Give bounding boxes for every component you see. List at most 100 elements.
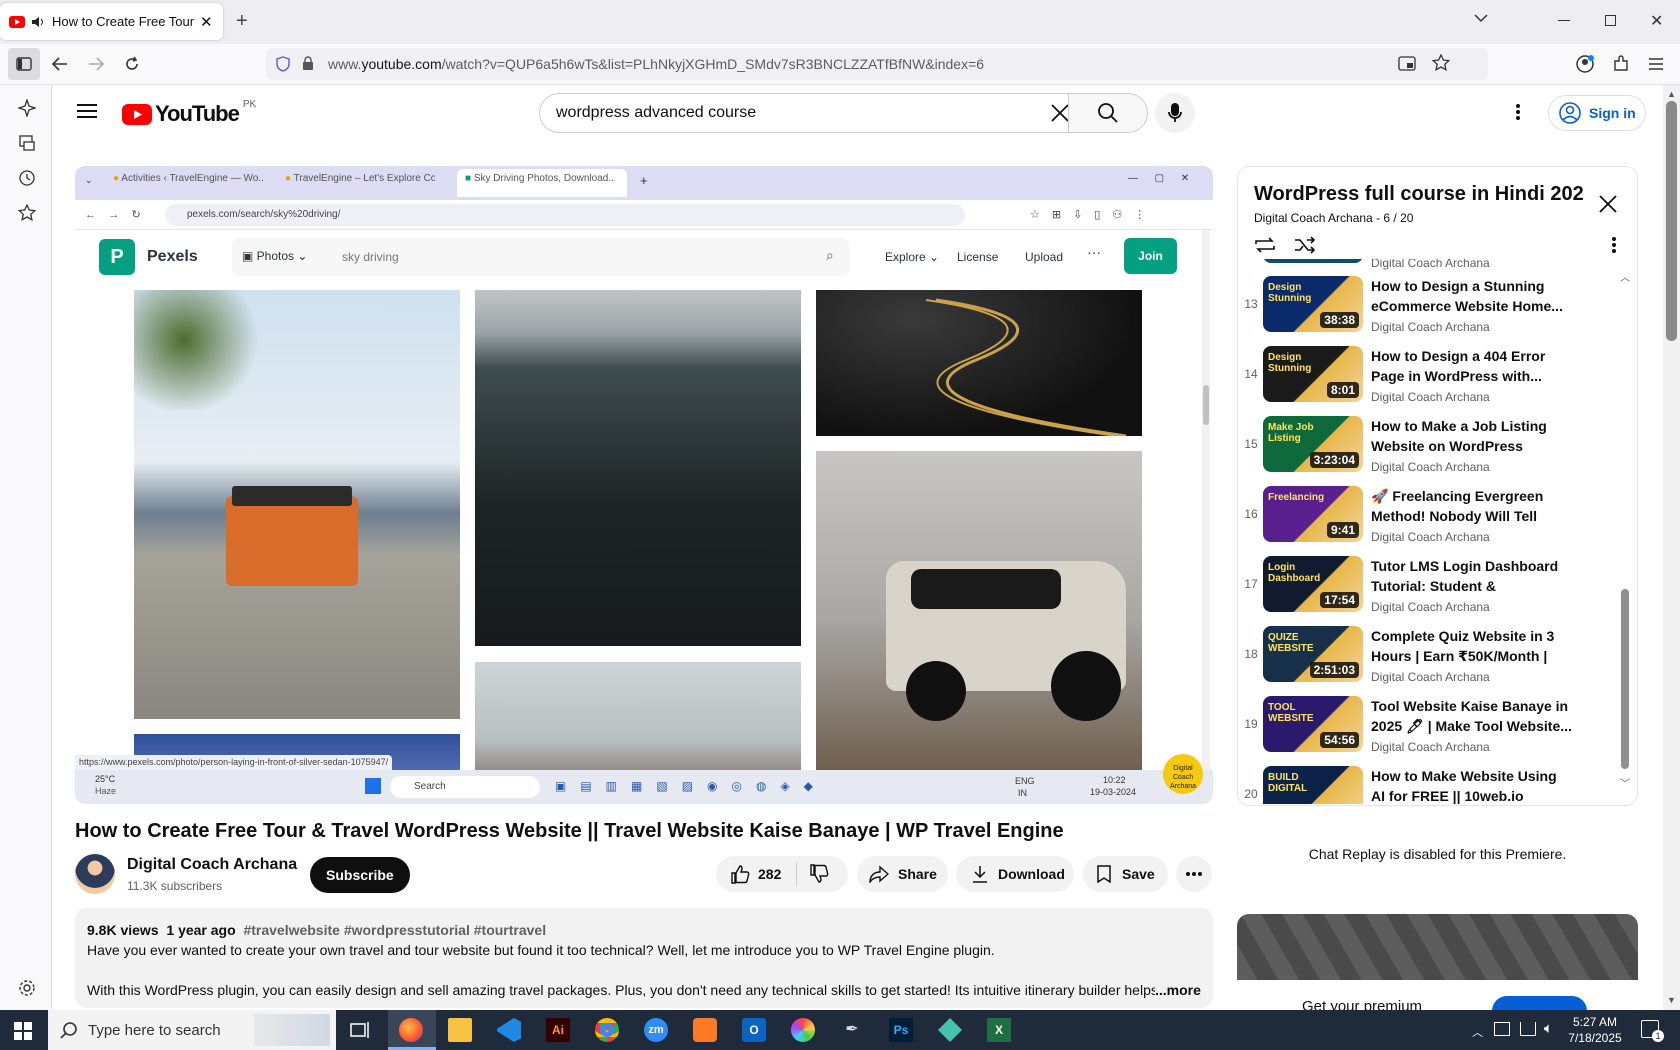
close-tab-icon[interactable]: ✕ xyxy=(200,13,213,31)
playlist-item-thumbnail[interactable]: Freelancing 9:41 xyxy=(1263,486,1363,542)
playlist-item-title[interactable]: 🚀 Freelancing Evergreen Method! Nobody W… xyxy=(1371,486,1573,526)
scroll-down-icon[interactable]: ﹀ xyxy=(1620,775,1630,790)
taskbar-monitor-icon[interactable] xyxy=(1494,1022,1510,1036)
url-bar[interactable]: www. youtube.com/watch?v=QUP6a5h6wTs&list… xyxy=(266,48,1488,80)
account-icon[interactable] xyxy=(1576,55,1594,73)
close-playlist-icon[interactable] xyxy=(1598,194,1618,214)
volume-icon[interactable]: 🔈︎ xyxy=(1544,1020,1553,1037)
show-more-link[interactable]: ...more xyxy=(1155,980,1201,1000)
playlist-item[interactable]: 13 Design Stunning 38:38 How to Design a St… xyxy=(1238,271,1628,341)
save-button[interactable]: Save xyxy=(1083,856,1168,892)
settings-more-icon[interactable] xyxy=(1516,104,1520,120)
playlist-item-thumbnail[interactable]: Design Stunning 38:38 xyxy=(1263,276,1363,332)
sidebar-toggle-icon[interactable] xyxy=(8,48,40,80)
share-button[interactable]: Share xyxy=(857,856,948,892)
playlist-item-thumbnail[interactable]: QUIZE WEBSITE 2:51:03 xyxy=(1263,626,1363,682)
channel-avatar[interactable] xyxy=(75,854,115,894)
page-scroll-thumb[interactable] xyxy=(1666,101,1677,341)
network-icon[interactable] xyxy=(1520,1022,1536,1036)
firefox-icon[interactable] xyxy=(399,1018,423,1042)
page-scroll-up-icon[interactable]: ▲ xyxy=(1667,89,1676,99)
playlist-menu-icon[interactable] xyxy=(1612,237,1616,253)
playlist-item[interactable]: 18 QUIZE WEBSITE 2:51:03 Complete Quiz Webs… xyxy=(1238,621,1628,691)
shuffle-icon[interactable] xyxy=(1294,236,1316,254)
forward-icon[interactable] xyxy=(88,57,104,71)
playlist-item[interactable]: 19 TOOL WEBSITE 54:56 Tool Website Kaise Ba… xyxy=(1238,691,1628,761)
page-scrollbar[interactable]: ▲ ▼ xyxy=(1663,85,1680,1010)
list-all-tabs-icon[interactable] xyxy=(1474,13,1488,23)
pen-tool-icon[interactable]: ✒ xyxy=(840,1018,864,1042)
photos-app-icon[interactable] xyxy=(791,1018,815,1042)
windows-start-icon[interactable] xyxy=(14,1022,32,1040)
more-actions-button[interactable] xyxy=(1176,856,1212,892)
shield-icon[interactable] xyxy=(276,56,290,72)
app-menu-icon[interactable] xyxy=(1648,57,1664,71)
scroll-up-icon[interactable]: ︿ xyxy=(1620,269,1630,284)
taskbar-clock[interactable]: 5:27 AM 7/18/2025 xyxy=(1568,1014,1622,1046)
video-player[interactable]: ⌄ ● Activities ‹ TravelEngine — Wo... ● … xyxy=(75,166,1213,804)
playlist-item[interactable]: 17 Login Dashboard 17:54 Tutor LMS Login Da… xyxy=(1238,551,1628,621)
dislike-button[interactable] xyxy=(797,864,829,884)
playlist-item-title[interactable]: How to Make a Job Listing Website on Wor… xyxy=(1371,416,1573,456)
playlist-title[interactable]: WordPress full course in Hindi 2025 ... xyxy=(1254,183,1584,206)
reload-icon[interactable] xyxy=(124,56,140,72)
premium-button[interactable] xyxy=(1492,996,1587,1010)
bookmarks-icon[interactable] xyxy=(18,204,36,222)
playlist-item[interactable]: 16 Freelancing 9:41 🚀 Freelancing Evergreen… xyxy=(1238,481,1628,551)
picture-in-picture-icon[interactable] xyxy=(1398,56,1416,71)
vscode-icon[interactable] xyxy=(497,1018,521,1042)
chrome-icon[interactable] xyxy=(595,1018,619,1042)
taskbar-search-box[interactable]: Type here to search xyxy=(48,1010,336,1050)
page-scroll-down-icon[interactable]: ▼ xyxy=(1667,995,1676,1005)
loop-playlist-icon[interactable] xyxy=(1254,236,1276,254)
voice-search-button[interactable] xyxy=(1155,93,1195,133)
task-view-icon[interactable] xyxy=(348,1018,372,1042)
playlist-item-thumbnail[interactable]: Make Job Listing 3:23:04 xyxy=(1263,416,1363,472)
lock-icon[interactable] xyxy=(302,56,314,71)
like-button[interactable]: 282 xyxy=(716,864,796,884)
playlist-item[interactable]: 20 BUILD DIGITAL How to Make Website Using… xyxy=(1238,761,1628,804)
guide-menu-icon[interactable] xyxy=(77,103,97,119)
maximize-icon[interactable] xyxy=(1605,15,1616,26)
playlist-item-thumbnail[interactable]: TOOL WEBSITE 54:56 xyxy=(1263,696,1363,752)
back-icon[interactable] xyxy=(52,57,68,71)
zoom-icon[interactable]: zm xyxy=(644,1018,668,1042)
playlist-item-title[interactable]: How to Design a 404 Error Page in WordPr… xyxy=(1371,346,1573,386)
download-button[interactable]: Download xyxy=(956,856,1074,892)
history-icon[interactable] xyxy=(18,169,36,187)
search-button[interactable] xyxy=(1068,93,1148,133)
playlist-item-thumbnail[interactable]: BUILD DIGITAL xyxy=(1263,766,1363,804)
description-box[interactable]: 9.8K views 1 year ago #travelwebsite #wo… xyxy=(75,908,1213,1008)
speaker-icon[interactable] xyxy=(31,16,44,28)
hashtags[interactable]: #travelwebsite #wordpresstutorial #tourt… xyxy=(243,922,546,938)
sign-in-button[interactable]: Sign in xyxy=(1548,95,1646,131)
youtube-logo[interactable]: YouTube PK xyxy=(122,99,256,127)
new-tab-button[interactable]: + xyxy=(236,10,248,33)
file-explorer-icon[interactable] xyxy=(448,1018,472,1042)
synced-tabs-icon[interactable] xyxy=(18,134,36,152)
playlist-scroll-thumb[interactable] xyxy=(1621,589,1629,769)
app-diamond-icon[interactable] xyxy=(938,1018,962,1042)
premium-promo[interactable]: Get your premium xyxy=(1237,914,1638,1010)
minimize-icon[interactable] xyxy=(1558,20,1570,21)
playlist-item-title[interactable]: Tool Website Kaise Banaye in 2025 🖊 | Ma… xyxy=(1371,696,1573,736)
photoshop-icon[interactable]: Ps xyxy=(889,1018,913,1042)
subscribe-button[interactable]: Subscribe xyxy=(310,857,410,893)
clear-search-icon[interactable] xyxy=(1050,103,1070,123)
playlist-item-thumbnail[interactable]: Login Dashboard 17:54 xyxy=(1263,556,1363,612)
customize-sidebar-icon[interactable] xyxy=(18,979,36,997)
close-window-icon[interactable]: ✕ xyxy=(1650,11,1663,31)
search-input[interactable]: wordpress advanced course xyxy=(539,93,1103,133)
xampp-icon[interactable] xyxy=(693,1018,717,1042)
extensions-icon[interactable] xyxy=(1612,55,1630,73)
browser-tab[interactable]: How to Create Free Tour & ✕ xyxy=(0,3,223,40)
bookmark-star-icon[interactable] xyxy=(1432,54,1450,72)
playlist-item-title[interactable]: Tutor LMS Login Dashboard Tutorial: Stud… xyxy=(1371,556,1573,596)
channel-name[interactable]: Digital Coach Archana xyxy=(127,856,297,874)
playlist-item-thumbnail-partial[interactable] xyxy=(1263,259,1363,263)
playlist-item-title[interactable]: How to Design a Stunning eCommerce Websi… xyxy=(1371,276,1573,316)
ai-chatbot-icon[interactable] xyxy=(18,99,36,117)
excel-icon[interactable]: X xyxy=(987,1018,1011,1042)
playlist-item[interactable]: 15 Make Job Listing 3:23:04 How to Make a J… xyxy=(1238,411,1628,481)
playlist-item-thumbnail[interactable]: Design Stunning 8:01 xyxy=(1263,346,1363,402)
